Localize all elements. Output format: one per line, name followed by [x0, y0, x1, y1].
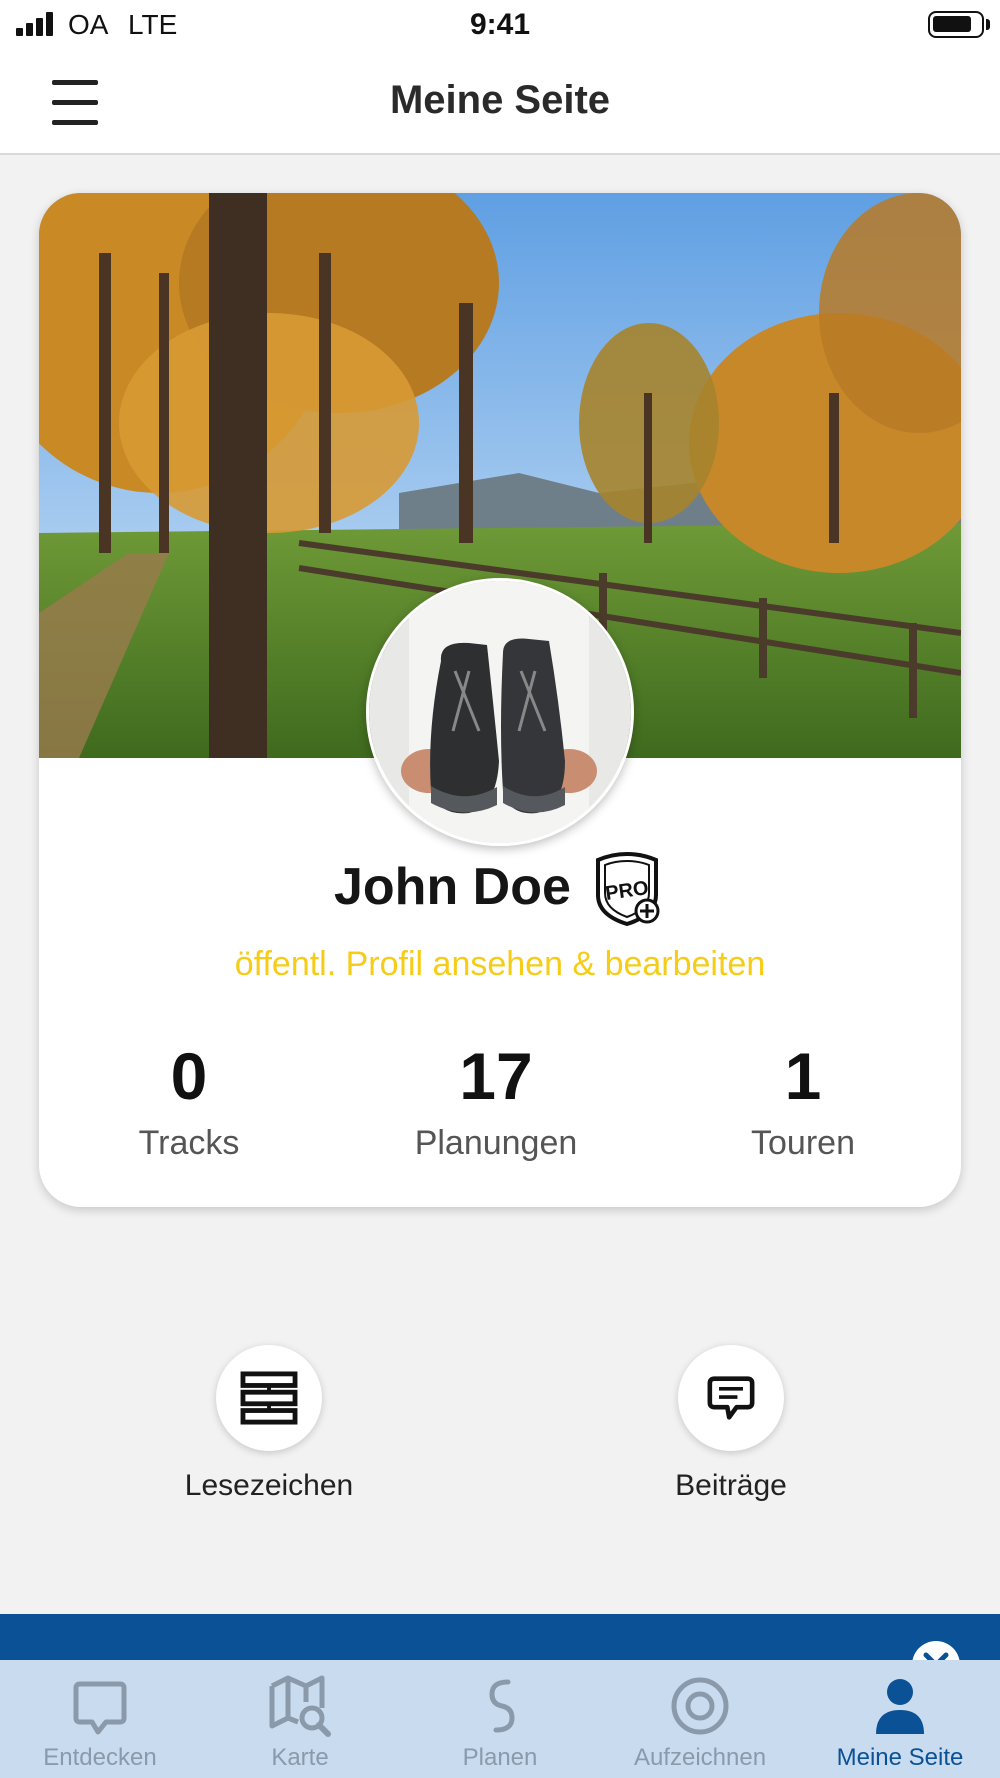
profile-card: John Doe PRO öffentl. Profil ansehen & b…	[39, 193, 961, 1207]
tab-label: Planen	[462, 1744, 538, 1771]
app-header: Meine Seite	[0, 52, 1000, 155]
action-circle	[678, 1345, 784, 1451]
avatar[interactable]	[366, 578, 634, 846]
hiking-boots-photo	[369, 581, 631, 843]
tab-bar: Entdecken Karte Planen Aufzeichnen Meine…	[0, 1660, 1000, 1778]
banner-strip	[0, 1614, 1000, 1689]
action-label: Lesezeichen	[184, 1469, 354, 1502]
bookmarks-button[interactable]: Lesezeichen	[139, 1345, 399, 1503]
tab-label: Karte	[271, 1744, 329, 1771]
bookmark-list-icon	[240, 1371, 298, 1425]
battery-icon	[928, 11, 984, 38]
user-name: John Doe	[334, 858, 571, 916]
action-circle	[216, 1345, 322, 1451]
tab-label: Meine Seite	[836, 1744, 964, 1771]
battery-cap	[986, 19, 990, 30]
stat-label: Planungen	[414, 1124, 578, 1162]
status-bar: OA LTE 9:41	[0, 0, 1000, 52]
tab-label: Entdecken	[43, 1744, 157, 1771]
stat-value: 17	[459, 1039, 533, 1113]
stat-planungen[interactable]: 17 Planungen	[346, 1038, 646, 1163]
chat-bubble-icon	[707, 1376, 755, 1420]
stat-label: Tracks	[138, 1124, 240, 1162]
action-label: Beiträge	[675, 1469, 787, 1502]
posts-button[interactable]: Beiträge	[601, 1345, 861, 1503]
tab-karte[interactable]: Karte	[200, 1660, 400, 1778]
tab-planen[interactable]: Planen	[400, 1660, 600, 1778]
tab-meine-seite[interactable]: Meine Seite	[800, 1660, 1000, 1778]
view-edit-profile-link[interactable]: öffentl. Profil ansehen & bearbeiten	[39, 945, 961, 984]
stat-tracks[interactable]: 0 Tracks	[39, 1038, 339, 1163]
stat-label: Touren	[751, 1124, 855, 1162]
page-title: Meine Seite	[389, 78, 611, 122]
user-icon	[876, 1679, 924, 1734]
stat-touren[interactable]: 1 Touren	[653, 1038, 953, 1163]
route-icon	[489, 1679, 515, 1733]
tab-label: Aufzeichnen	[633, 1744, 767, 1771]
stat-value: 1	[784, 1039, 822, 1113]
map-search-icon	[269, 1675, 331, 1737]
pro-badge-icon: PRO	[596, 851, 660, 927]
discover-icon	[73, 1681, 127, 1735]
tab-entdecken[interactable]: Entdecken	[0, 1660, 200, 1778]
stat-value: 0	[170, 1039, 208, 1113]
tab-aufzeichnen[interactable]: Aufzeichnen	[600, 1660, 800, 1778]
record-icon	[671, 1677, 729, 1735]
status-time: 9:41	[469, 8, 531, 41]
